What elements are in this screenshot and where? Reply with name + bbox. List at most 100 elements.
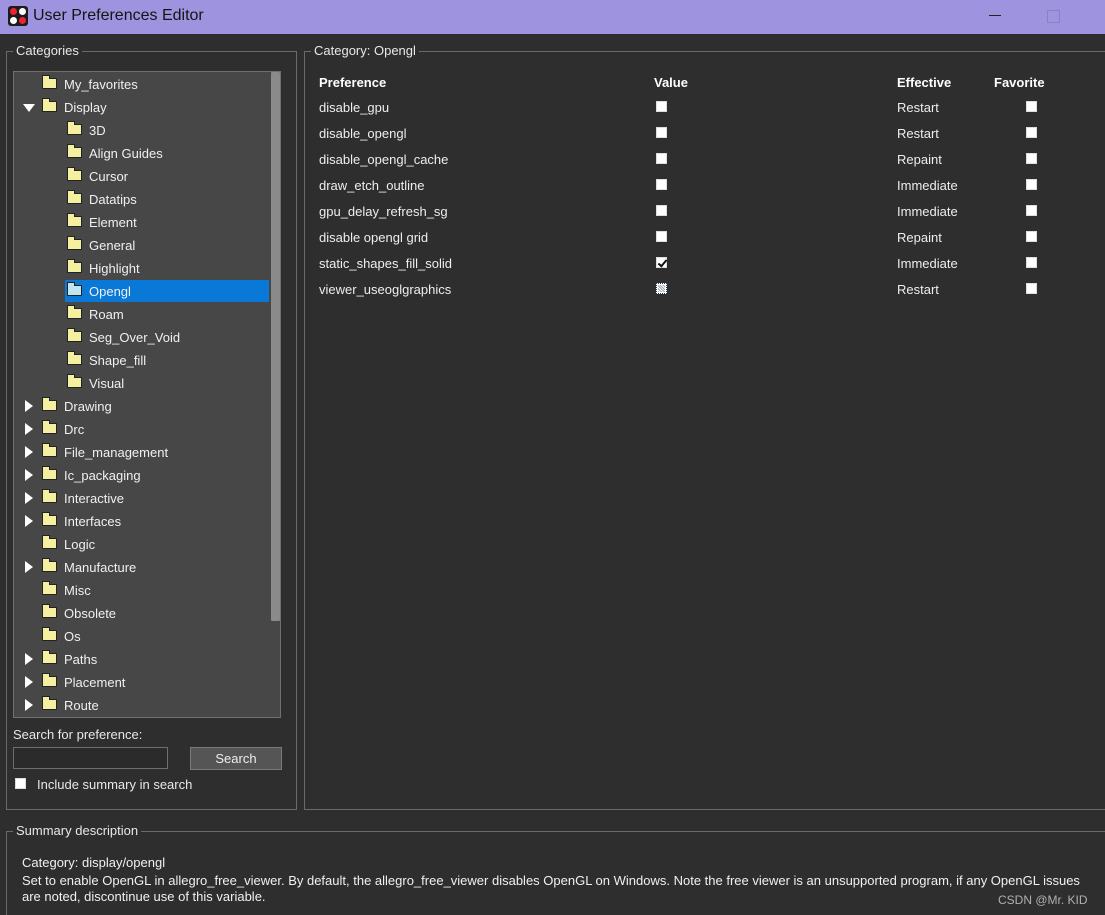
preference-name: disable opengl grid [319,230,429,245]
effective-label: Immediate [897,256,958,271]
include-summary-label: Include summary in search [37,777,193,792]
column-header-preference: Preference [319,75,387,90]
preference-name: static_shapes_fill_solid [319,256,452,271]
tree-item-placement[interactable]: Placement [14,671,270,693]
search-button[interactable]: Search [190,747,282,770]
folder-icon [42,466,57,480]
category-tree[interactable]: My_favorites Display 3D Align Guides Cursor D… [13,71,281,718]
tree-item-os[interactable]: Os [14,625,270,647]
favorite-checkbox[interactable] [1026,179,1037,190]
value-checkbox[interactable] [656,153,667,164]
tree-item-label: Element [89,215,137,230]
minimize-icon[interactable] [986,6,1004,26]
tree-item-datatips[interactable]: Datatips [14,188,270,210]
tree-item-general[interactable]: General [14,234,270,256]
tree-item-roam[interactable]: Roam [14,303,270,325]
collapse-arrow-icon[interactable] [23,446,33,458]
tree-item-paths[interactable]: Paths [14,648,270,670]
effective-label: Repaint [897,152,942,167]
value-checkbox[interactable] [656,101,667,112]
tree-item-manufacture[interactable]: Manufacture [14,556,270,578]
include-summary-checkbox[interactable] [15,778,26,789]
expand-arrow-icon[interactable] [23,101,35,113]
tree-item-label: Placement [64,675,126,690]
tree-item-label: Interactive [64,491,124,506]
tree-item-align-guides[interactable]: Align Guides [14,142,270,164]
tree-item-highlight[interactable]: Highlight [14,257,270,279]
tree-item-opengl[interactable]: Opengl [14,280,270,302]
preference-name: draw_etch_outline [319,178,425,193]
tree-item-label: Roam [89,307,124,322]
tree-item-label: Datatips [89,192,137,207]
tree-item-file-management[interactable]: File_management [14,441,270,463]
favorite-checkbox[interactable] [1026,231,1037,242]
tree-item-logic[interactable]: Logic [14,533,270,555]
collapse-arrow-icon[interactable] [23,515,33,527]
tree-item-interfaces[interactable]: Interfaces [14,510,270,532]
value-checkbox[interactable] [656,283,667,294]
tree-item-label: Display [64,100,107,115]
tree-scrollbar[interactable] [271,72,280,621]
favorite-checkbox[interactable] [1026,205,1037,216]
tree-item-misc[interactable]: Misc [14,579,270,601]
tree-item-label: Seg_Over_Void [89,330,181,345]
favorite-checkbox[interactable] [1026,101,1037,112]
tree-item-my-favorites[interactable]: My_favorites [14,73,270,95]
summary-text-line: are noted, discontinue use of this varia… [22,889,266,904]
tree-item-label: Visual [89,376,125,391]
tree-item-drawing[interactable]: Drawing [14,395,270,417]
value-checkbox[interactable] [656,205,667,216]
folder-icon [42,558,57,572]
value-checkbox[interactable] [656,179,667,190]
value-checkbox[interactable] [656,231,667,242]
categories-legend: Categories [13,43,82,58]
search-input[interactable] [13,747,168,769]
favorite-checkbox[interactable] [1026,127,1037,138]
collapse-arrow-icon[interactable] [23,469,33,481]
tree-item-label: Route [64,698,99,713]
folder-icon [67,190,82,204]
folder-icon [42,535,57,549]
tree-item-element[interactable]: Element [14,211,270,233]
tree-item-route[interactable]: Route [14,694,270,716]
value-checkbox[interactable] [656,127,667,138]
maximize-icon[interactable] [1044,6,1062,26]
collapse-arrow-icon[interactable] [23,400,33,412]
folder-icon [42,98,57,112]
effective-label: Repaint [897,230,942,245]
folder-icon [67,167,82,181]
folder-icon [42,512,57,526]
effective-label: Restart [897,282,939,297]
folder-icon [42,604,57,618]
folder-icon [42,420,57,434]
collapse-arrow-icon[interactable] [23,699,33,711]
tree-item-drc[interactable]: Drc [14,418,270,440]
favorite-checkbox[interactable] [1026,283,1037,294]
collapse-arrow-icon[interactable] [23,492,33,504]
tree-item-label: Opengl [89,284,131,299]
tree-item-seg-over-void[interactable]: Seg_Over_Void [14,326,270,348]
tree-item-visual[interactable]: Visual [14,372,270,394]
folder-icon [42,75,57,89]
title-bar: User Preferences Editor [0,0,1105,34]
tree-item-3d[interactable]: 3D [14,119,270,141]
tree-item-cursor[interactable]: Cursor [14,165,270,187]
tree-item-label: Ic_packaging [64,468,141,483]
folder-icon [42,696,57,710]
preference-name: gpu_delay_refresh_sg [319,204,448,219]
favorite-checkbox[interactable] [1026,153,1037,164]
value-checkbox[interactable] [656,257,667,268]
tree-item-label: Misc [64,583,91,598]
tree-item-interactive[interactable]: Interactive [14,487,270,509]
tree-item-shape-fill[interactable]: Shape_fill [14,349,270,371]
collapse-arrow-icon[interactable] [23,653,33,665]
collapse-arrow-icon[interactable] [23,423,33,435]
tree-item-ic-packaging[interactable]: Ic_packaging [14,464,270,486]
collapse-arrow-icon[interactable] [23,676,33,688]
tree-item-display[interactable]: Display [14,96,270,118]
effective-label: Immediate [897,204,958,219]
collapse-arrow-icon[interactable] [23,561,33,573]
summary-legend: Summary description [13,823,142,838]
tree-item-obsolete[interactable]: Obsolete [14,602,270,624]
favorite-checkbox[interactable] [1026,257,1037,268]
